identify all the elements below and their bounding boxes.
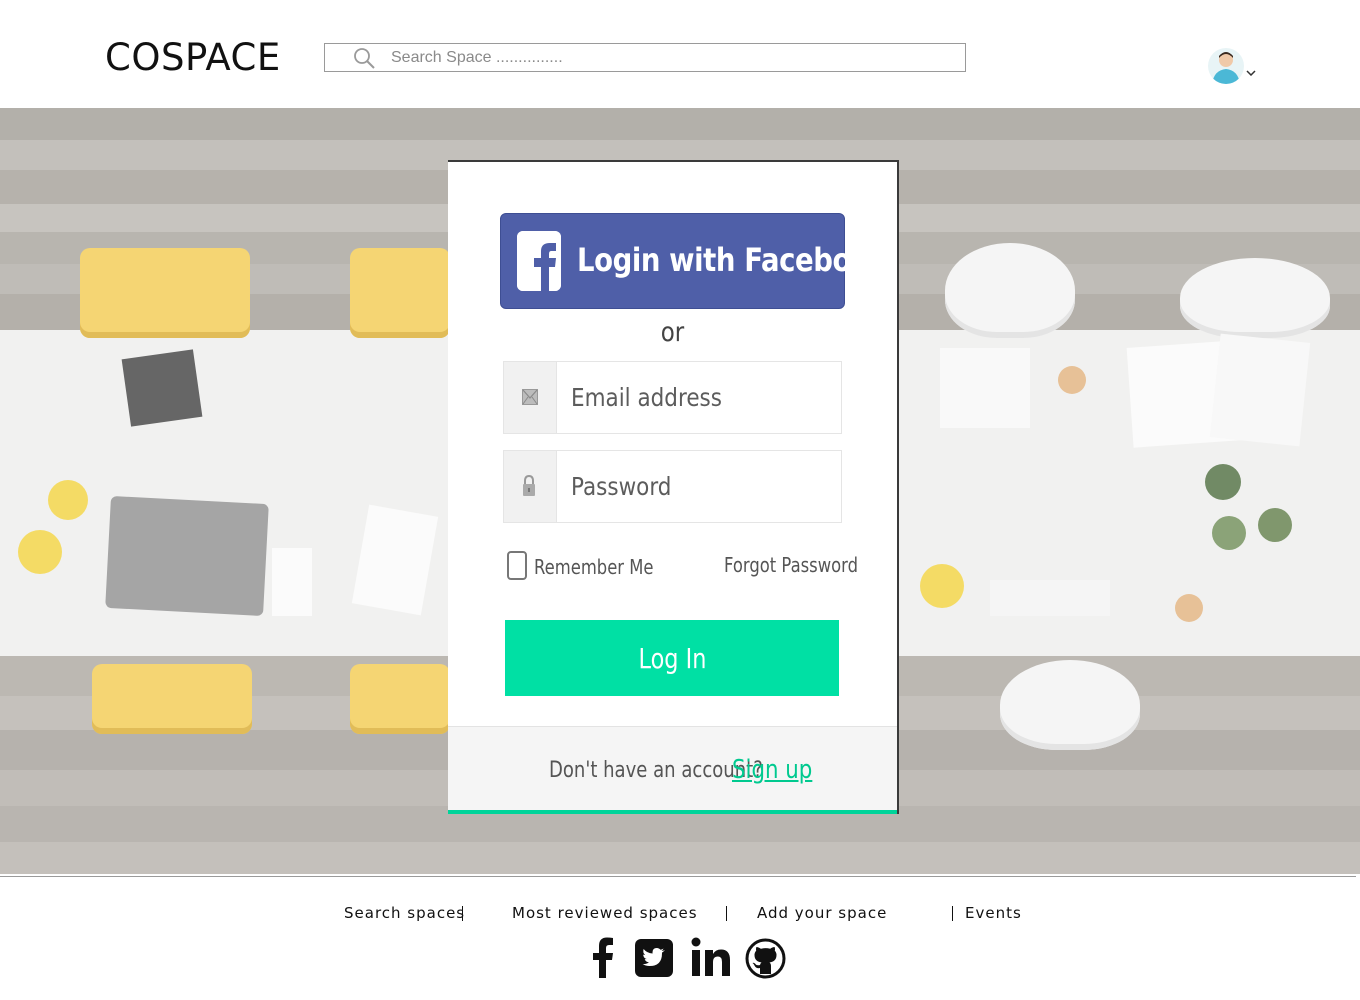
site-header: COSPACE	[0, 0, 1360, 108]
facebook-logo-icon	[517, 231, 561, 291]
chevron-down-icon[interactable]	[1246, 70, 1256, 76]
avatar[interactable]	[1208, 48, 1244, 84]
password-icon-box	[504, 451, 557, 522]
or-divider: or	[660, 317, 685, 348]
password-input[interactable]	[571, 469, 795, 503]
email-field[interactable]	[503, 361, 842, 434]
site-logo[interactable]: COSPACE	[105, 36, 281, 79]
email-input[interactable]	[571, 380, 795, 414]
footer-link-add-space[interactable]: Add your space	[757, 904, 887, 922]
github-icon[interactable]	[745, 938, 786, 979]
facebook-icon[interactable]	[582, 936, 624, 978]
lock-icon	[523, 475, 535, 496]
footer-separator	[462, 906, 463, 921]
login-button-label: Log In	[638, 641, 706, 675]
login-button[interactable]: Log In	[505, 620, 839, 696]
forgot-password-link[interactable]: Forgot Password	[724, 553, 858, 577]
linkedin-icon[interactable]	[690, 936, 732, 978]
twitter-icon[interactable]	[634, 938, 674, 978]
avatar-image	[1208, 48, 1244, 84]
password-field[interactable]	[503, 450, 842, 523]
footer-separator	[952, 906, 953, 921]
accent-bar	[448, 810, 897, 814]
search-input[interactable]	[391, 48, 911, 68]
footer-link-most-reviewed[interactable]: Most reviewed spaces	[512, 904, 698, 922]
remember-me-checkbox[interactable]	[507, 551, 527, 580]
footer-divider	[0, 876, 1356, 877]
envelope-icon	[522, 389, 538, 405]
footer-link-events[interactable]: Events	[965, 904, 1022, 922]
search-bar[interactable]	[324, 43, 966, 72]
signup-link[interactable]: Sign up	[732, 755, 812, 785]
search-icon	[354, 48, 375, 69]
facebook-login-label: Login with Facebook	[577, 241, 888, 279]
signup-prompt: Don't have an account? Sign up	[448, 726, 897, 814]
login-card: Login with Facebook or Remember Me Forgo…	[448, 160, 899, 814]
facebook-login-button[interactable]: Login with Facebook	[500, 213, 888, 309]
remember-me-label[interactable]: Remember Me	[534, 555, 653, 579]
no-account-text: Don't have an account?	[549, 758, 763, 783]
footer-link-search-spaces[interactable]: Search spaces	[344, 904, 465, 922]
footer-separator	[726, 906, 727, 921]
email-icon-box	[504, 362, 557, 433]
